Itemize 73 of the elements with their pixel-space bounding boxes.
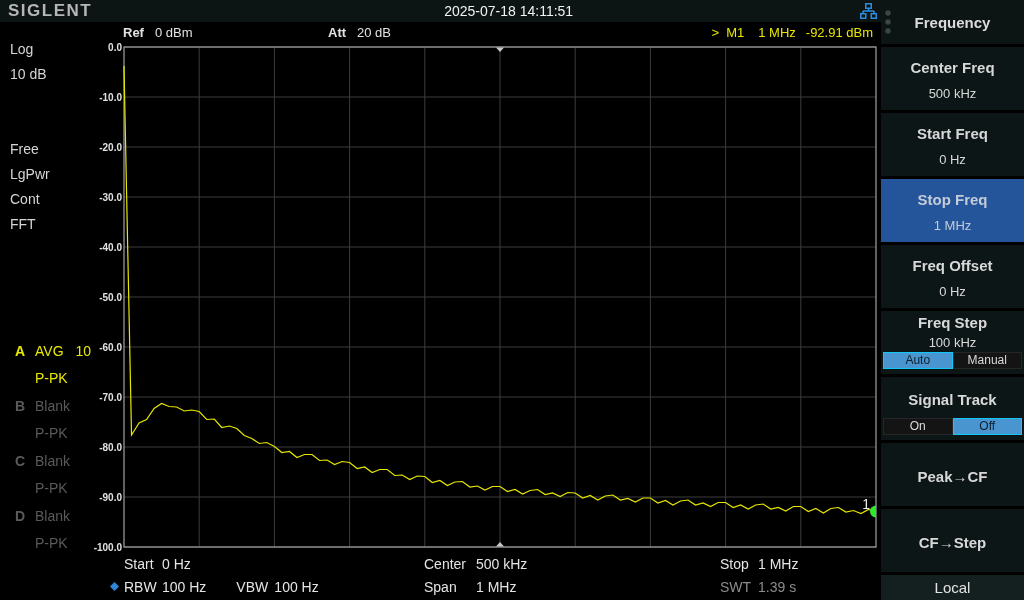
trace-mode: Blank bbox=[35, 396, 71, 415]
readout-value: 100 Hz bbox=[274, 577, 319, 596]
readout-label: Start bbox=[124, 554, 155, 573]
toggle-option[interactable]: On bbox=[883, 418, 953, 435]
readout-value: 1 MHz bbox=[758, 554, 799, 573]
trace-letter: D bbox=[15, 506, 26, 525]
axis-label: -30.0 bbox=[99, 191, 122, 203]
local-button[interactable]: Local bbox=[881, 575, 1024, 600]
trace-letter: A bbox=[15, 341, 26, 360]
axis-label: -90.0 bbox=[99, 491, 122, 503]
marker-label: 1 bbox=[862, 495, 870, 512]
setting-label: Att bbox=[328, 25, 347, 40]
axis-label: 0.0 bbox=[108, 41, 122, 53]
toggle-option[interactable]: Off bbox=[952, 418, 1022, 435]
triangle-icon bbox=[496, 542, 504, 547]
trace-detector: P-PK bbox=[35, 368, 68, 387]
marker-amplitude: -92.91 dBm bbox=[805, 25, 873, 40]
trace-mode: Blank bbox=[35, 506, 71, 525]
readout-value: 500 kHz bbox=[476, 554, 528, 573]
readout-label: Span bbox=[424, 577, 458, 596]
softkey[interactable]: Stop Freq 1 MHz bbox=[881, 179, 1024, 242]
readout-label: SWT bbox=[720, 577, 753, 596]
mode-setting: Free bbox=[10, 140, 39, 159]
marker-frequency: 1 MHz bbox=[758, 25, 796, 40]
axis-label: -100.0 bbox=[93, 541, 122, 553]
axis-label: -50.0 bbox=[99, 291, 122, 303]
axis-label: -70.0 bbox=[99, 391, 122, 403]
brand-logo: SIGLENT bbox=[8, 1, 93, 21]
trace-detector: P-PK bbox=[35, 533, 68, 552]
axis-label: -60.0 bbox=[99, 341, 122, 353]
readout-label: RBW bbox=[124, 577, 158, 596]
softkey[interactable]: Signal Track On Off bbox=[881, 377, 1024, 440]
axis-label: -20.0 bbox=[99, 141, 122, 153]
toggle-option[interactable]: Auto bbox=[883, 352, 953, 369]
softkey[interactable]: Peak→CF bbox=[881, 443, 1024, 506]
mode-setting: LgPwr bbox=[10, 165, 50, 184]
triangle-icon bbox=[496, 47, 504, 52]
scale-setting: 10 dB bbox=[10, 65, 47, 84]
trace-letter: B bbox=[15, 396, 26, 415]
toggle-option[interactable]: Manual bbox=[952, 352, 1022, 369]
readout-value: 1.39 s bbox=[758, 577, 797, 596]
softkey[interactable]: Center Freq 500 kHz bbox=[881, 47, 1024, 110]
mode-setting: FFT bbox=[10, 215, 36, 234]
softkey[interactable]: CF→Step bbox=[881, 509, 1024, 572]
readout-label: VBW bbox=[236, 577, 270, 596]
axis-label: -80.0 bbox=[99, 441, 122, 453]
trace-mode: Blank bbox=[35, 451, 71, 470]
trace-letter: C bbox=[15, 451, 26, 470]
trace-detector: P-PK bbox=[35, 423, 68, 442]
network-icon bbox=[860, 3, 877, 19]
axis-label: -40.0 bbox=[99, 241, 122, 253]
menu-title: Frequency bbox=[914, 13, 991, 31]
softkey[interactable]: Start Freq 0 Hz bbox=[881, 113, 1024, 176]
setting-value: 20 dB bbox=[357, 25, 392, 40]
date-time: 2025-07-18 14:11:51 bbox=[444, 2, 574, 20]
setting-value: 0 dBm bbox=[154, 25, 193, 40]
readout-value: 100 Hz bbox=[162, 577, 207, 596]
softkey[interactable]: Freq Step 100 kHz Auto Manual bbox=[881, 311, 1024, 374]
mode-setting: Cont bbox=[10, 190, 40, 209]
readout-value: 1 MHz bbox=[476, 577, 517, 596]
setting-label: Ref bbox=[123, 25, 144, 40]
scale-setting: Log bbox=[10, 40, 34, 59]
marker-pointer: > bbox=[711, 25, 720, 40]
trace-detector: P-PK bbox=[35, 478, 68, 497]
trace-mode: AVG bbox=[35, 341, 64, 360]
axis-label: -10.0 bbox=[99, 91, 122, 103]
softkey[interactable]: Freq Offset 0 Hz bbox=[881, 245, 1024, 308]
readout-label: Center bbox=[424, 554, 468, 573]
marker-name: M1 bbox=[726, 25, 745, 40]
trace-count: 10 bbox=[75, 341, 92, 360]
vertical-dots-icon bbox=[884, 10, 892, 34]
readout-label: Stop bbox=[720, 554, 750, 573]
readout-value: 0 Hz bbox=[162, 554, 191, 573]
